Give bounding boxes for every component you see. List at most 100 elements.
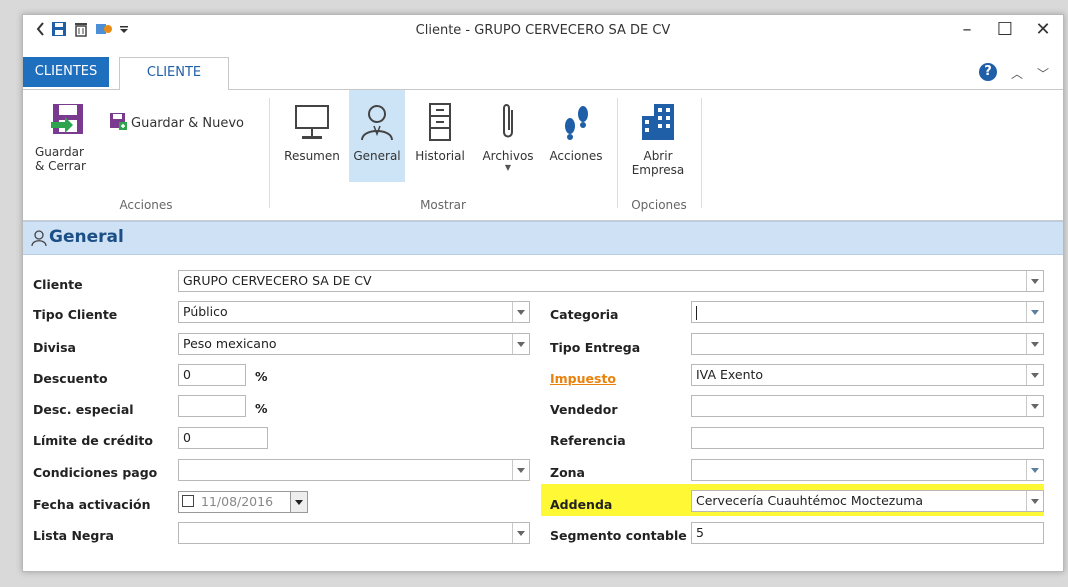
maximize-icon[interactable]: ☐: [995, 19, 1015, 40]
limite-credito-input[interactable]: 0: [178, 427, 268, 449]
ribbon: Guardar & Cerrar Guardar & Nuevo Accione…: [23, 90, 1063, 221]
window-controls: – ☐ ✕: [957, 19, 1053, 40]
archivos-label: Archivos: [482, 149, 534, 163]
close-icon[interactable]: ✕: [1033, 19, 1053, 40]
client-window: Cliente - GRUPO CERVECERO SA DE CV – ☐ ✕…: [22, 14, 1064, 572]
chevron-up-icon[interactable]: ︿: [1011, 65, 1023, 82]
tab-cliente[interactable]: CLIENTE: [119, 57, 229, 90]
section-title: General: [49, 227, 124, 247]
group-opciones: Abrir Empresa Opciones: [619, 90, 699, 218]
group-acciones: Guardar & Cerrar Guardar & Nuevo Accione…: [23, 90, 269, 218]
segmento-contable-input[interactable]: 5: [691, 522, 1044, 544]
label-tipo-entrega: Tipo Entrega: [550, 340, 641, 355]
title-bar: Cliente - GRUPO CERVECERO SA DE CV – ☐ ✕: [23, 15, 1063, 47]
resumen-button[interactable]: Resumen: [277, 90, 347, 182]
desc-especial-input[interactable]: [178, 395, 246, 417]
chevron-down-icon[interactable]: [1026, 365, 1043, 385]
ribbon-tabs: CLIENTES CLIENTE ? ︿ ﹀: [23, 55, 1063, 90]
ribbon-divider: [269, 98, 270, 208]
label-cliente: Cliente: [33, 277, 83, 292]
descuento-input[interactable]: 0: [178, 364, 246, 386]
save-close-icon: [51, 100, 105, 139]
ribbon-divider: [617, 98, 618, 208]
help-icon[interactable]: ?: [979, 63, 997, 81]
zona-select[interactable]: [691, 459, 1044, 481]
historial-label: Historial: [415, 149, 465, 163]
chevron-down-icon[interactable]: [512, 334, 529, 354]
archivos-button[interactable]: Archivos ▼: [475, 90, 541, 190]
section-header: General: [23, 221, 1063, 255]
acciones-button[interactable]: Acciones: [543, 90, 609, 182]
addenda-value: Cervecería Cuauhtémoc Moctezuma: [696, 493, 924, 508]
impuesto-link[interactable]: Impuesto: [550, 371, 616, 386]
label-fecha-activacion: Fecha activación: [33, 497, 151, 512]
archivos-dropdown-icon: ▼: [504, 163, 512, 172]
person-icon: [31, 230, 47, 249]
general-button[interactable]: General: [349, 90, 405, 182]
divisa-select[interactable]: Peso mexicano: [178, 333, 530, 355]
label-condiciones-pago: Condiciones pago: [33, 465, 158, 480]
label-zona: Zona: [550, 465, 585, 480]
tab-clientes[interactable]: CLIENTES: [23, 57, 109, 87]
label-lista-negra: Lista Negra: [33, 528, 114, 543]
label-referencia: Referencia: [550, 433, 626, 448]
label-desc-especial: Desc. especial: [33, 402, 134, 417]
minimize-icon[interactable]: –: [957, 19, 977, 40]
condiciones-pago-select[interactable]: [178, 459, 530, 481]
chevron-down-icon[interactable]: [1026, 334, 1043, 354]
label-descuento: Descuento: [33, 371, 108, 386]
group-label-mostrar: Mostrar: [420, 198, 466, 212]
label-categoria: Categoria: [550, 307, 619, 322]
guardar-cerrar-button[interactable]: Guardar & Cerrar: [35, 100, 105, 186]
save-new-icon: [109, 112, 127, 134]
descuento-unit: %: [255, 369, 268, 384]
chevron-down-icon[interactable]: [1026, 302, 1043, 322]
desc-especial-unit: %: [255, 401, 268, 416]
fecha-activacion-value: 11/08/2016: [201, 494, 274, 509]
guardar-nuevo-button[interactable]: Guardar & Nuevo: [109, 112, 244, 134]
text-cursor: [696, 305, 697, 320]
group-label-acciones: Acciones: [119, 198, 173, 212]
historial-button[interactable]: Historial: [407, 90, 473, 182]
lista-negra-select[interactable]: [178, 522, 530, 544]
cliente-select[interactable]: GRUPO CERVECERO SA DE CV: [178, 270, 1044, 292]
addenda-select[interactable]: Cervecería Cuauhtémoc Moctezuma: [691, 490, 1044, 512]
guardar-cerrar-label: Guardar & Cerrar: [35, 145, 86, 173]
label-limite-credito: Límite de crédito: [33, 433, 153, 448]
fecha-activacion-picker[interactable]: 11/08/2016: [178, 491, 308, 513]
impuesto-value: IVA Exento: [696, 367, 764, 382]
vendedor-select[interactable]: [691, 395, 1044, 417]
referencia-input[interactable]: [691, 427, 1044, 449]
group-mostrar: Resumen General Historial Archivos ▼ Acc…: [271, 90, 615, 218]
general-label: General: [353, 149, 401, 163]
abrir-empresa-label: Abrir Empresa: [631, 149, 685, 177]
divisa-value: Peso mexicano: [183, 336, 277, 351]
building-icon: [623, 102, 693, 145]
impuesto-select[interactable]: IVA Exento: [691, 364, 1044, 386]
label-segmento-contable: Segmento contable: [550, 528, 687, 543]
chevron-down-icon[interactable]: [1026, 460, 1043, 480]
chevron-down-icon[interactable]: [1026, 491, 1043, 511]
fecha-activacion-checkbox[interactable]: [182, 495, 194, 507]
chevron-down-icon[interactable]: [512, 302, 529, 322]
label-vendedor: Vendedor: [550, 402, 618, 417]
cliente-value: GRUPO CERVECERO SA DE CV: [183, 273, 372, 288]
categoria-select[interactable]: [691, 301, 1044, 323]
label-divisa: Divisa: [33, 340, 76, 355]
resumen-label: Resumen: [284, 149, 340, 163]
abrir-empresa-button[interactable]: Abrir Empresa: [623, 90, 693, 190]
label-tipo-cliente: Tipo Cliente: [33, 307, 118, 322]
tipo-cliente-value: Público: [183, 304, 228, 319]
calendar-dropdown-icon[interactable]: [290, 492, 307, 512]
tipo-cliente-select[interactable]: Público: [178, 301, 530, 323]
monitor-icon: [277, 102, 347, 145]
tipo-entrega-select[interactable]: [691, 333, 1044, 355]
chevron-down-icon[interactable]: [512, 523, 529, 543]
person-icon: [349, 102, 405, 145]
guardar-nuevo-label: Guardar & Nuevo: [131, 115, 244, 131]
chevron-down-icon[interactable]: [1026, 271, 1043, 291]
chevron-down-icon[interactable]: [512, 460, 529, 480]
group-label-opciones: Opciones: [631, 198, 687, 212]
chevron-down-icon[interactable]: ﹀: [1037, 65, 1049, 82]
chevron-down-icon[interactable]: [1026, 396, 1043, 416]
